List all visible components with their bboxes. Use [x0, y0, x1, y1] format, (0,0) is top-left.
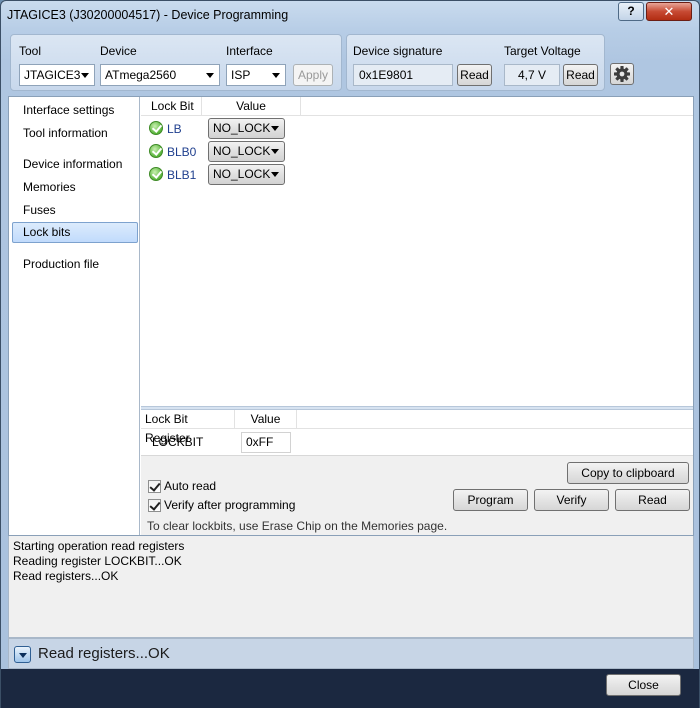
- close-button[interactable]: Close: [606, 674, 681, 696]
- sidebar-item-device-information[interactable]: Device information: [12, 154, 138, 175]
- copy-to-clipboard-button[interactable]: Copy to clipboard: [567, 462, 689, 484]
- check-icon: [149, 144, 163, 158]
- lockbit-value: NO_LOCK: [213, 167, 271, 181]
- register-grid-header: Lock Bit Register Value: [141, 410, 693, 445]
- lockbit-value: NO_LOCK: [213, 144, 271, 158]
- target-voltage-field: 4,7 V: [504, 64, 560, 86]
- lockbits-content: Lock Bit Value LB NO_LOCK BLB0 NO_LOCK B…: [141, 97, 693, 535]
- sidebar-item-interface-settings[interactable]: Interface settings: [12, 100, 138, 121]
- lockbit-value-select[interactable]: NO_LOCK: [208, 164, 285, 185]
- register-panel: Lock Bit Register Value LOCKBIT 0xFF Aut…: [141, 410, 693, 535]
- interface-select[interactable]: ISP: [226, 64, 286, 86]
- apply-button[interactable]: Apply: [293, 64, 333, 86]
- help-button[interactable]: ?: [618, 2, 644, 21]
- log-line: Reading register LOCKBIT...OK: [13, 554, 182, 568]
- verify-after-programming-label[interactable]: Verify after programming: [164, 498, 295, 512]
- chevron-down-icon: [272, 73, 280, 78]
- lockbit-name: BLB0: [167, 145, 197, 159]
- verify-button[interactable]: Verify: [534, 489, 609, 511]
- auto-read-checkbox[interactable]: [148, 480, 161, 493]
- chevron-down-icon: [271, 126, 279, 131]
- title-bar[interactable]: JTAGICE3 (J30200004517) - Device Program…: [1, 1, 699, 29]
- chevron-down-icon: [81, 73, 89, 78]
- sidebar-item-tool-information[interactable]: Tool information: [12, 123, 138, 144]
- output-log[interactable]: Starting operation read registers Readin…: [8, 536, 694, 638]
- sidebar-item-lock-bits[interactable]: Lock bits: [12, 222, 138, 243]
- lockbit-value: NO_LOCK: [213, 121, 271, 135]
- col-lock-bit-register: Lock Bit Register: [141, 410, 235, 445]
- col-lock-bit: Lock Bit: [141, 97, 202, 116]
- status-bar: Read registers...OK: [8, 638, 694, 669]
- chevron-down-icon: [206, 73, 214, 78]
- device-select[interactable]: ATmega2560: [100, 64, 220, 86]
- read-button[interactable]: Read: [615, 489, 690, 511]
- settings-button[interactable]: [610, 63, 634, 85]
- expand-log-button[interactable]: [14, 646, 31, 663]
- signature-read-button[interactable]: Read: [457, 64, 492, 86]
- register-name: LOCKBIT: [152, 435, 204, 449]
- interface-select-value: ISP: [231, 68, 251, 82]
- chevron-down-icon: [271, 149, 279, 154]
- device-signature-label: Device signature: [353, 44, 443, 58]
- program-button[interactable]: Program: [453, 489, 528, 511]
- device-signature-field: 0x1E9801: [353, 64, 453, 86]
- tool-device-group: Tool JTAGICE3 Device ATmega2560 Interfac…: [10, 34, 342, 91]
- device-programming-window: JTAGICE3 (J30200004517) - Device Program…: [0, 0, 700, 708]
- sidebar-item-production-file[interactable]: Production file: [12, 254, 138, 275]
- lockbit-value-select[interactable]: NO_LOCK: [208, 118, 285, 139]
- log-line: Starting operation read registers: [13, 539, 185, 553]
- signature-voltage-group: Device signature 0x1E9801 Read Target Vo…: [346, 34, 605, 91]
- register-value-field[interactable]: 0xFF: [241, 432, 291, 453]
- gear-icon: [614, 66, 630, 82]
- col-value: Value: [202, 97, 301, 116]
- tool-select[interactable]: JTAGICE3: [19, 64, 95, 86]
- verify-after-programming-checkbox[interactable]: [148, 499, 161, 512]
- lockbit-name: BLB1: [167, 168, 197, 182]
- chevron-down-icon: [271, 172, 279, 177]
- device-label: Device: [100, 44, 137, 58]
- window-title: JTAGICE3 (J30200004517) - Device Program…: [7, 8, 289, 22]
- tool-label: Tool: [19, 44, 42, 58]
- target-voltage-label: Target Voltage: [504, 44, 581, 58]
- device-select-value: ATmega2560: [105, 68, 177, 82]
- main-panel: Interface settings Tool information Devi…: [8, 96, 694, 536]
- interface-label: Interface: [226, 44, 273, 58]
- auto-read-label[interactable]: Auto read: [164, 479, 216, 493]
- col-register-value: Value: [235, 410, 297, 429]
- dialog-footer: Close: [1, 669, 699, 708]
- close-window-button[interactable]: ✕: [646, 2, 692, 21]
- lockbit-name: LB: [167, 122, 182, 136]
- lockbit-value-select[interactable]: NO_LOCK: [208, 141, 285, 162]
- sidebar-item-fuses[interactable]: Fuses: [12, 200, 138, 221]
- options-area: Auto read Verify after programming To cl…: [141, 455, 693, 535]
- check-icon: [149, 167, 163, 181]
- check-icon: [149, 121, 163, 135]
- sidebar-nav: Interface settings Tool information Devi…: [9, 97, 140, 535]
- voltage-read-button[interactable]: Read: [563, 64, 598, 86]
- sidebar-item-memories[interactable]: Memories: [12, 177, 138, 198]
- erase-hint: To clear lockbits, use Erase Chip on the…: [147, 519, 448, 533]
- status-text: Read registers...OK: [38, 645, 170, 662]
- lockbits-grid-header: Lock Bit Value: [141, 97, 693, 116]
- log-line: Read registers...OK: [13, 569, 119, 583]
- tool-select-value: JTAGICE3: [24, 68, 81, 82]
